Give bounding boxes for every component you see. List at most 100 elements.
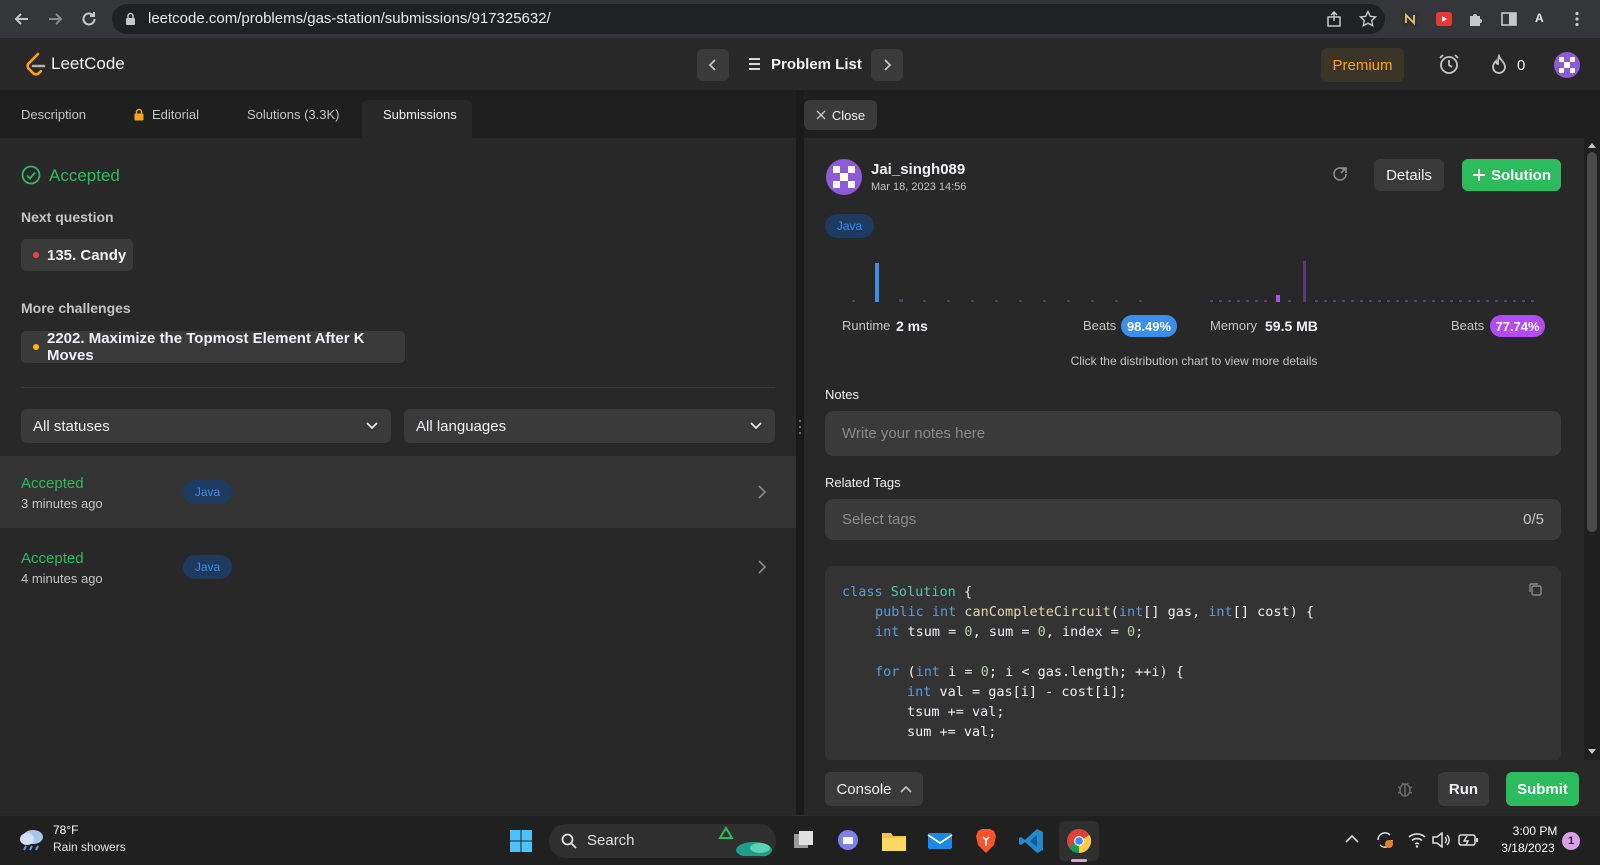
close-button[interactable]: Close: [804, 100, 877, 130]
submission-row[interactable]: Accepted 3 minutes ago Java: [0, 456, 796, 528]
battery-icon[interactable]: [1458, 833, 1478, 847]
detail-tabs-bar: [804, 91, 1600, 138]
submitter-username[interactable]: Jai_singh089: [871, 161, 965, 178]
alarm-clock-icon[interactable]: [1438, 53, 1460, 75]
related-tags-label: Related Tags: [825, 475, 901, 490]
forward-arrow-icon[interactable]: [44, 8, 66, 30]
sync-icon[interactable]: [1375, 831, 1395, 849]
task-view-icon[interactable]: [789, 826, 819, 856]
runtime-beats-badge: 98.49%: [1121, 315, 1177, 337]
logo-text[interactable]: LeetCode: [51, 54, 125, 74]
code-line: class Solution {: [842, 584, 973, 600]
more-challenge-chip[interactable]: 2202. Maximize the Topmost Element After…: [21, 330, 405, 364]
tab-editorial[interactable]: Editorial: [152, 91, 199, 138]
memory-beats-label: Beats: [1451, 318, 1485, 333]
tab-submissions[interactable]: Submissions: [383, 91, 457, 138]
next-problem-button[interactable]: [871, 49, 903, 81]
check-circle-icon: [21, 165, 41, 185]
bookmark-star-icon[interactable]: [1359, 10, 1377, 28]
weather-rain-icon[interactable]: [18, 826, 46, 852]
active-app-indicator: [1071, 859, 1087, 862]
code-line: int tsum = 0, sum = 0, index = 0;: [875, 624, 1144, 640]
chevron-down-icon: [366, 422, 378, 430]
teams-chat-icon[interactable]: [833, 826, 863, 856]
language-filter-select[interactable]: All languages: [404, 409, 775, 443]
share-icon[interactable]: [1331, 165, 1349, 183]
runtime-bar-highlight: [875, 263, 879, 302]
console-toggle-button[interactable]: Console: [825, 772, 923, 806]
scrollbar-thumb[interactable]: [1587, 152, 1597, 532]
weather-temperature[interactable]: 78°F: [53, 823, 78, 837]
tab-solutions[interactable]: Solutions (3.3K): [247, 91, 340, 138]
scroll-up-arrow-icon[interactable]: [1587, 141, 1597, 149]
user-avatar[interactable]: [1553, 51, 1581, 79]
url-text[interactable]: leetcode.com/problems/gas-station/submis…: [148, 10, 551, 27]
code-viewer[interactable]: class Solution { public int canCompleteC…: [825, 566, 1561, 762]
submission-row[interactable]: Accepted 4 minutes ago Java: [0, 529, 796, 601]
streak-count: 0: [1517, 57, 1526, 74]
tab-description[interactable]: Description: [21, 91, 86, 138]
next-question-title: 135. Candy: [47, 246, 127, 264]
more-vertical-icon[interactable]: [1568, 10, 1586, 28]
copy-icon[interactable]: [1528, 582, 1543, 597]
chevron-down-icon: [750, 422, 762, 430]
next-question-chip[interactable]: 135. Candy: [21, 239, 133, 271]
video-extension-icon[interactable]: [1435, 10, 1453, 28]
problem-list-link[interactable]: Problem List: [771, 56, 862, 73]
accepted-status: Accepted: [49, 166, 120, 185]
chrome-icon[interactable]: [1064, 826, 1094, 856]
post-solution-button[interactable]: Solution: [1462, 159, 1561, 191]
language-badge: Java: [183, 555, 232, 579]
weather-description[interactable]: Rain showers: [53, 840, 126, 854]
chevron-right-icon: [758, 485, 767, 499]
list-icon: [748, 58, 761, 70]
volume-icon[interactable]: [1432, 832, 1450, 848]
extensions-puzzle-icon[interactable]: [1467, 10, 1485, 28]
search-highlight-icon: [716, 826, 774, 856]
scroll-down-arrow-icon[interactable]: [1587, 748, 1597, 756]
vscode-icon[interactable]: [1016, 826, 1046, 856]
run-button[interactable]: Run: [1438, 772, 1489, 806]
wifi-icon[interactable]: [1408, 832, 1426, 848]
profile-initial[interactable]: A: [1535, 11, 1544, 25]
submission-result-panel: [0, 91, 796, 815]
prev-problem-button[interactable]: [697, 49, 729, 81]
runtime-label: Runtime: [842, 318, 891, 333]
mail-icon[interactable]: [925, 826, 955, 856]
console-label: Console: [836, 780, 892, 798]
code-line: tsum += val;: [907, 704, 1005, 720]
submission-time: 4 minutes ago: [21, 571, 103, 586]
language-badge: Java: [183, 480, 232, 504]
difficulty-dot: [33, 344, 39, 350]
back-arrow-icon[interactable]: [11, 8, 33, 30]
debug-bug-icon[interactable]: [1395, 779, 1415, 799]
premium-button[interactable]: Premium: [1321, 48, 1404, 82]
details-button[interactable]: Details: [1374, 159, 1444, 191]
file-explorer-icon[interactable]: [879, 826, 909, 856]
panel-resize-handle[interactable]: [796, 91, 804, 815]
submit-button[interactable]: Submit: [1506, 772, 1579, 806]
clock-time[interactable]: 3:00 PM: [1505, 824, 1565, 838]
tags-select[interactable]: Select tags 0/5: [825, 499, 1561, 540]
share-icon[interactable]: [1326, 10, 1344, 28]
streak-fire-icon[interactable]: [1490, 54, 1508, 76]
notes-input[interactable]: Write your notes here: [825, 411, 1561, 456]
clock-date[interactable]: 3/18/2023: [1492, 841, 1564, 855]
tags-count: 0/5: [1523, 511, 1544, 528]
taskbar-search-label[interactable]: Search: [587, 832, 635, 849]
leetcode-logo-icon[interactable]: [24, 52, 46, 78]
notification-badge[interactable]: 1: [1562, 832, 1580, 850]
runtime-distribution-chart[interactable]: [840, 255, 1180, 310]
reload-icon[interactable]: [78, 8, 100, 30]
lock-icon[interactable]: [125, 12, 136, 26]
notion-extension-icon[interactable]: [1401, 10, 1419, 28]
submitter-avatar[interactable]: [825, 158, 863, 196]
windows-start-icon[interactable]: [506, 826, 536, 856]
memory-value: 59.5 MB: [1265, 318, 1318, 334]
memory-distribution-chart[interactable]: [1205, 255, 1550, 310]
status-filter-select[interactable]: All statuses: [21, 409, 391, 443]
close-label: Close: [831, 107, 866, 123]
side-panel-icon[interactable]: [1500, 10, 1518, 28]
chevron-up-icon[interactable]: [1345, 834, 1359, 844]
brave-browser-icon[interactable]: [971, 826, 1001, 856]
